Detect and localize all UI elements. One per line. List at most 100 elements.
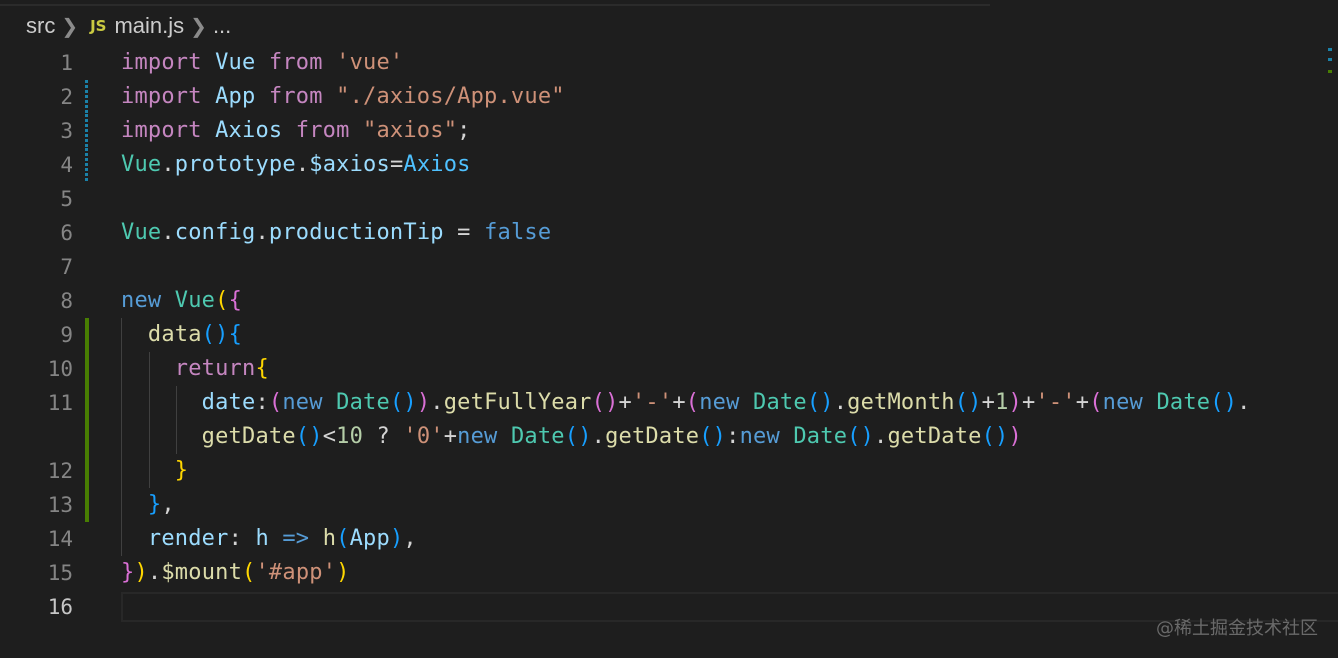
code-token: ( xyxy=(215,288,229,313)
code-token: () xyxy=(389,390,417,415)
code-token: ) xyxy=(1008,390,1022,415)
code-token: : xyxy=(255,390,269,415)
code-token: ( xyxy=(685,390,700,415)
code-line[interactable]: 16 xyxy=(0,590,1338,624)
code-line[interactable]: 9 data(){ xyxy=(0,318,1338,352)
code-line[interactable]: 8 new Vue({ xyxy=(0,284,1338,318)
code-token: . xyxy=(147,560,162,585)
code-token: : xyxy=(228,526,256,551)
code-token: Date xyxy=(1156,390,1211,415)
code-line[interactable]: 7 xyxy=(0,250,1338,284)
code-token: config xyxy=(174,220,256,245)
line-number: 15 xyxy=(47,561,73,585)
breadcrumb-more[interactable]: ... xyxy=(213,13,231,39)
code-text[interactable]: Vue.config.productionTip = false xyxy=(121,216,551,250)
code-token: { xyxy=(228,322,243,347)
code-token: , xyxy=(161,492,175,517)
modified-lines-indicator[interactable] xyxy=(85,148,88,182)
code-token: < xyxy=(322,424,337,449)
code-token: ) xyxy=(389,526,404,551)
code-token: () xyxy=(954,390,982,415)
code-text[interactable]: }).$mount('#app') xyxy=(121,556,350,590)
code-text[interactable]: import Axios from "axios"; xyxy=(121,114,471,148)
code-text[interactable]: } xyxy=(121,454,188,488)
code-line[interactable]: 5 xyxy=(0,182,1338,216)
code-line[interactable]: 6 Vue.config.productionTip = false xyxy=(0,216,1338,250)
code-token: . xyxy=(255,220,269,245)
code-line[interactable]: 15 }).$mount('#app') xyxy=(0,556,1338,590)
breadcrumb-folder[interactable]: src xyxy=(26,13,55,39)
added-lines-indicator[interactable] xyxy=(85,386,89,420)
code-text[interactable]: new Vue({ xyxy=(121,284,242,318)
code-token: () xyxy=(564,424,592,449)
code-token: false xyxy=(484,220,552,245)
code-token: () xyxy=(1210,390,1238,415)
code-token: () xyxy=(847,424,875,449)
code-token: data xyxy=(147,322,202,347)
added-lines-indicator[interactable] xyxy=(85,318,89,352)
code-line[interactable]: 2 import App from "./axios/App.vue" xyxy=(0,80,1338,114)
code-token: . xyxy=(430,390,444,415)
code-text[interactable]: import Vue from 'vue' xyxy=(121,46,403,80)
code-text[interactable]: Vue.prototype.$axios=Axios xyxy=(121,148,471,182)
code-line[interactable]: 1 import Vue from 'vue' xyxy=(0,46,1338,80)
code-line[interactable]: 14 render: h => h(App), xyxy=(0,522,1338,556)
code-line[interactable]: 12 } xyxy=(0,454,1338,488)
code-token: "axios" xyxy=(363,118,458,143)
overview-ruler-mark xyxy=(1328,48,1332,51)
modified-lines-indicator[interactable] xyxy=(85,114,88,148)
code-token: new xyxy=(739,424,780,449)
code-line[interactable]: 10 return{ xyxy=(0,352,1338,386)
code-line[interactable]: 11 date:(new Date()).getFullYear()+'-'+(… xyxy=(0,386,1338,420)
code-token: $axios xyxy=(309,152,390,177)
code-text[interactable]: }, xyxy=(121,488,175,522)
code-token: () xyxy=(806,390,834,415)
code-token: () xyxy=(295,424,323,449)
code-editor[interactable]: 1 import Vue from 'vue' 2 import App from "… xyxy=(0,46,1338,624)
code-token: return xyxy=(174,356,256,381)
code-token: . xyxy=(874,424,888,449)
code-line[interactable]: 4 Vue.prototype.$axios=Axios xyxy=(0,148,1338,182)
code-text[interactable]: date:(new Date()).getFullYear()+'-'+(new… xyxy=(121,386,1251,420)
code-line[interactable]: 3 import Axios from "axios"; xyxy=(0,114,1338,148)
line-number: 16 xyxy=(47,595,73,619)
code-token: from xyxy=(295,118,350,143)
code-text[interactable]: getDate()<10 ? '0'+new Date().getDate():… xyxy=(121,420,1022,454)
added-lines-indicator[interactable] xyxy=(85,488,89,522)
code-line[interactable]: getDate()<10 ? '0'+new Date().getDate():… xyxy=(0,420,1338,454)
code-token: + xyxy=(1021,390,1036,415)
code-token: . xyxy=(833,390,848,415)
code-text[interactable]: import App from "./axios/App.vue" xyxy=(121,80,565,114)
added-lines-indicator[interactable] xyxy=(85,352,89,386)
code-text[interactable]: return{ xyxy=(121,352,269,386)
added-lines-indicator[interactable] xyxy=(85,454,89,488)
code-token: '0' xyxy=(403,424,444,449)
code-token: ( xyxy=(336,526,350,551)
line-number: 8 xyxy=(60,289,73,313)
code-token: h xyxy=(255,526,269,551)
code-token: Vue xyxy=(201,50,269,75)
code-text[interactable]: render: h => h(App), xyxy=(121,522,417,556)
code-token: new xyxy=(457,424,498,449)
code-token: import xyxy=(121,50,202,75)
code-token: () xyxy=(981,424,1009,449)
code-line[interactable]: 13 }, xyxy=(0,488,1338,522)
breadcrumb-file[interactable]: main.js xyxy=(114,13,184,39)
code-token: 'vue' xyxy=(336,50,404,75)
added-lines-indicator[interactable] xyxy=(85,420,89,454)
code-token: new xyxy=(699,390,740,415)
overview-ruler-mark xyxy=(1328,70,1332,73)
code-token: ) xyxy=(134,560,148,585)
modified-lines-indicator[interactable] xyxy=(85,80,88,114)
line-number: 9 xyxy=(60,323,73,347)
code-text[interactable]: data(){ xyxy=(121,318,242,352)
code-token: + xyxy=(443,424,458,449)
code-token: getMonth xyxy=(847,390,955,415)
